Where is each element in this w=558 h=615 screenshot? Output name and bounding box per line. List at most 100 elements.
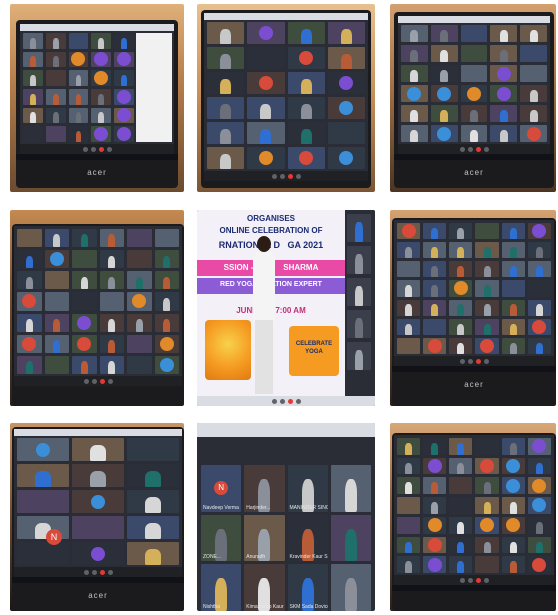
camera-icon[interactable] — [467, 358, 473, 364]
end-call-icon[interactable] — [475, 577, 481, 583]
participant-figure — [499, 110, 508, 122]
camera-icon[interactable] — [279, 398, 285, 404]
participant-figure — [469, 110, 478, 122]
participant-figure — [535, 266, 543, 278]
participant-figure — [75, 131, 82, 142]
more-icon[interactable] — [483, 358, 489, 364]
participant-tile — [423, 536, 447, 554]
zoom-screen — [204, 13, 368, 181]
more-icon[interactable] — [295, 398, 301, 404]
participant-figure — [344, 528, 357, 562]
mic-icon[interactable] — [271, 173, 277, 179]
participant-tile — [401, 125, 428, 142]
end-call-icon[interactable] — [99, 569, 105, 575]
more-icon[interactable] — [107, 378, 113, 384]
end-call-icon[interactable] — [98, 146, 104, 152]
mic-icon[interactable] — [83, 569, 89, 575]
more-icon[interactable] — [483, 146, 489, 152]
mic-icon[interactable] — [271, 398, 277, 404]
participant-tile — [397, 299, 421, 316]
more-icon[interactable] — [107, 569, 113, 575]
participant-figure — [220, 128, 232, 144]
participant-tile — [17, 464, 69, 487]
participant-tile — [327, 97, 365, 119]
participant-grid: N Navdeep Verma Harjinder... MANINDER SINGH… — [201, 465, 371, 611]
camera-icon[interactable] — [91, 569, 97, 575]
slide-badge: CELEBRATE YOGA — [289, 326, 339, 376]
end-call-icon[interactable] — [99, 378, 105, 384]
camera-icon[interactable] — [90, 146, 96, 152]
participant-avatar — [94, 127, 109, 142]
participant-tile — [287, 22, 325, 44]
participant-tile — [287, 147, 325, 169]
participant-figure — [344, 578, 357, 611]
participant-tile — [287, 72, 325, 94]
participant-strip — [345, 210, 375, 398]
participant-tile: ZONE... — [201, 514, 242, 562]
participant-figure — [90, 470, 106, 487]
end-call-icon[interactable] — [475, 358, 481, 364]
participant-tile — [501, 497, 525, 514]
more-icon[interactable] — [295, 173, 301, 179]
participant-tile — [527, 299, 551, 316]
participant-figure — [145, 522, 161, 539]
participant-tile — [520, 125, 547, 142]
participant-figure — [440, 70, 449, 82]
participant-tile — [490, 65, 518, 82]
participant-tile — [127, 250, 152, 269]
participants-panel — [136, 33, 172, 142]
participant-figure — [469, 130, 478, 142]
more-icon[interactable] — [106, 146, 112, 152]
participant-tile — [449, 497, 473, 514]
participant-tile — [68, 107, 89, 124]
participant-tile — [17, 334, 42, 353]
participant-figure — [483, 304, 491, 316]
camera-icon[interactable] — [279, 173, 285, 179]
participant-tile — [430, 25, 458, 42]
participant-tile — [154, 271, 179, 290]
mic-icon[interactable] — [83, 378, 89, 384]
participant-tile — [397, 318, 421, 335]
more-icon[interactable] — [483, 577, 489, 583]
participant-figure — [431, 246, 439, 259]
participant-figure — [405, 482, 413, 495]
participant-tile — [287, 47, 325, 69]
camera-icon[interactable] — [467, 146, 473, 152]
participant-figure — [80, 234, 88, 248]
mic-icon[interactable] — [82, 146, 88, 152]
participant-tile — [430, 85, 458, 102]
participant-tile — [490, 105, 518, 122]
participant-figure — [405, 285, 413, 297]
participant-tile — [449, 242, 473, 259]
participant-tile — [44, 250, 69, 269]
camera-icon[interactable] — [467, 577, 473, 583]
participant-tile — [490, 125, 518, 142]
participant-figure — [457, 462, 465, 475]
end-call-icon[interactable] — [287, 398, 293, 404]
participant-figure — [410, 50, 419, 62]
participant-tile — [327, 122, 365, 144]
participant-tile — [527, 438, 551, 455]
participant-figure — [405, 246, 413, 259]
participant-avatar: N — [46, 529, 62, 545]
mic-icon[interactable] — [459, 146, 465, 152]
mic-icon[interactable] — [459, 577, 465, 583]
participant-tile — [423, 457, 447, 475]
camera-icon[interactable] — [91, 378, 97, 384]
participant-tile — [527, 457, 551, 475]
participant-tile — [327, 47, 365, 69]
participant-grid — [17, 229, 179, 374]
mic-icon[interactable] — [459, 358, 465, 364]
participant-tile — [490, 45, 518, 62]
participant-figure — [75, 112, 82, 124]
end-call-icon[interactable] — [475, 146, 481, 152]
participant-tile — [72, 292, 97, 311]
participant-tile — [44, 355, 69, 374]
laptop-brand: acer — [87, 168, 107, 177]
end-call-icon[interactable] — [287, 173, 293, 179]
participant-tile — [45, 33, 66, 49]
participant-figure — [405, 323, 413, 335]
laptop — [392, 433, 556, 611]
participant-tile — [460, 85, 488, 102]
meeting-controls — [14, 376, 182, 386]
